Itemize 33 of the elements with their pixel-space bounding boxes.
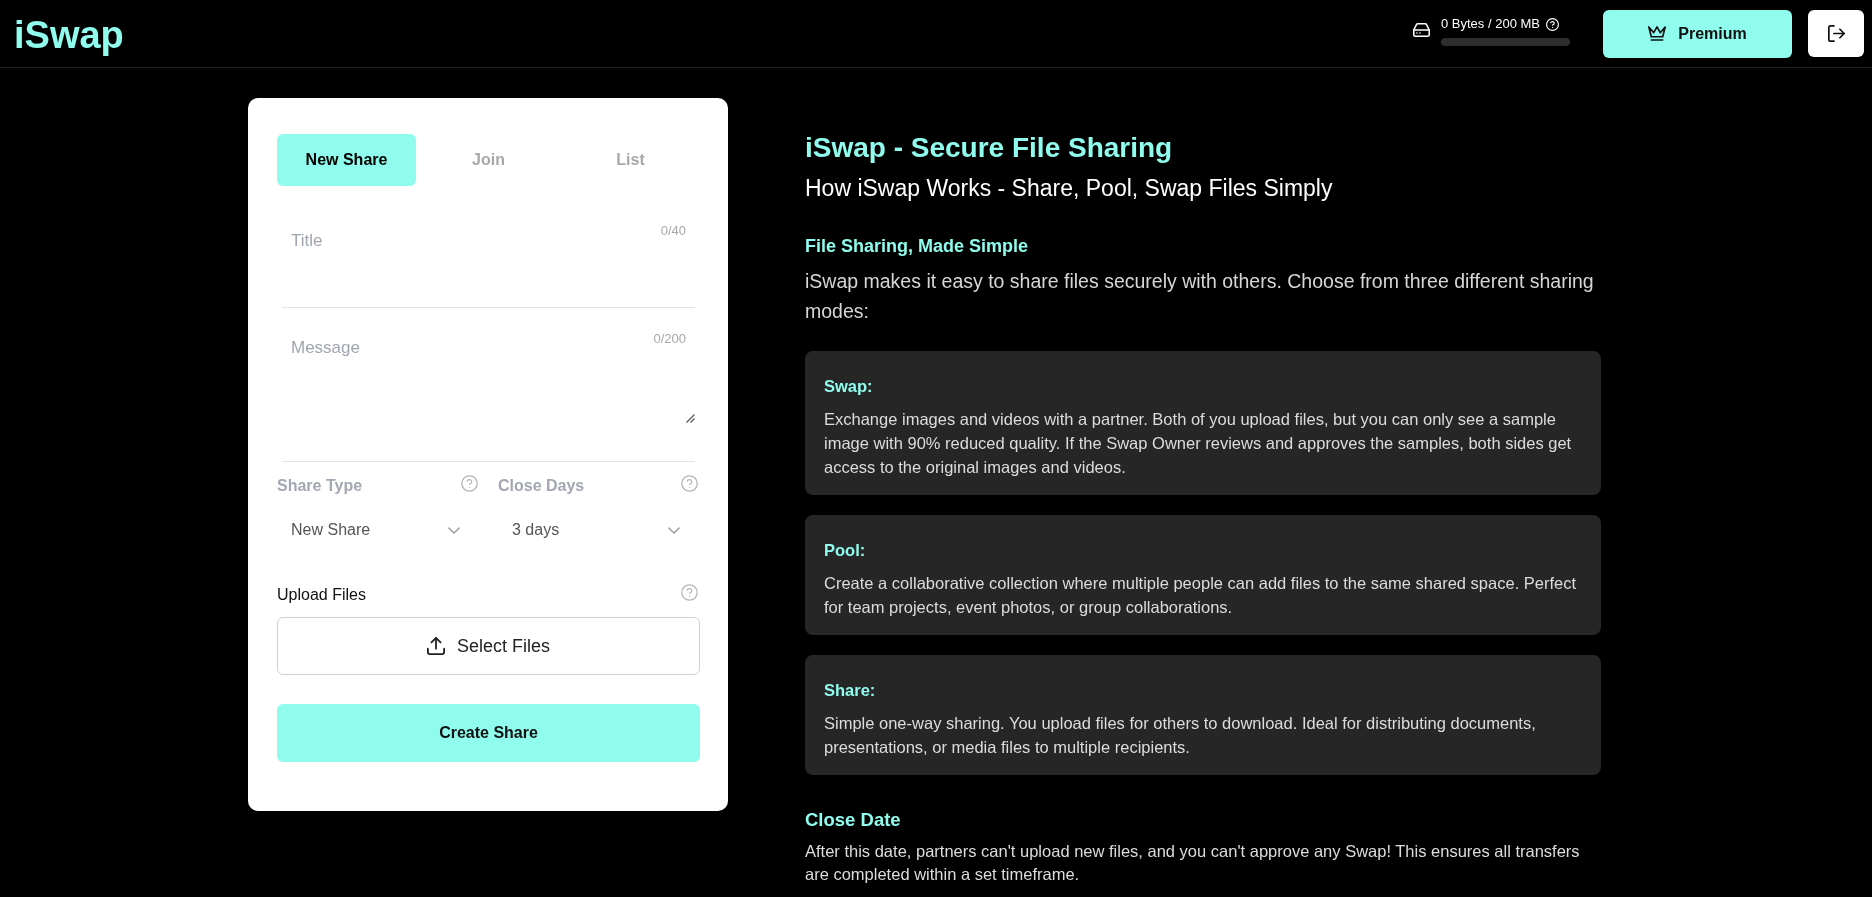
page-subtitle: How iSwap Works - Share, Pool, Swap Files Simply: [805, 174, 1334, 202]
storage-usage-text: 0 Bytes / 200 MB: [1441, 16, 1540, 32]
select-files-button[interactable]: Select Files: [277, 617, 700, 675]
select-label: Close Days: [498, 476, 585, 496]
create-share-button[interactable]: Create Share: [277, 704, 700, 762]
premium-button[interactable]: Premium: [1603, 9, 1792, 58]
upload-icon: [426, 637, 445, 655]
mode-title: Share:: [824, 680, 877, 700]
mode-description: Exchange images and videos with a partner. Both of you upload files, but you can only see a sample image with 90% reduced quality. If the Swap Owner reviews and approves the samples, both sides get access to the original images and videos.: [824, 409, 1573, 478]
character-counter: 0/200: [653, 331, 686, 347]
mode-title: Pool:: [824, 540, 867, 560]
section-heading: File Sharing, Made Simple: [805, 235, 1030, 257]
mode-description: Simple one-way sharing. You upload files for others to download. Ideal for distributing documents, presentations, or media files to multiple recipients.: [824, 713, 1537, 758]
dropdown-select[interactable]: New Share: [277, 510, 480, 550]
logo: iSwap: [14, 15, 124, 54]
chevron-down-icon: [448, 526, 460, 534]
intro-paragraph: iSwap makes it easy to share files securely with others. Choose from three different sharing modes:: [805, 269, 1595, 324]
tab[interactable]: New Share: [277, 134, 416, 186]
logout-icon: [1827, 25, 1845, 42]
mode-title: Swap:: [824, 376, 874, 396]
crown-icon: [1648, 26, 1667, 41]
chevron-down-icon: [668, 526, 680, 534]
hard-drive-icon: [1413, 22, 1430, 37]
dropdown-select[interactable]: 3 days: [498, 510, 700, 550]
resize-handle-icon[interactable]: [685, 413, 695, 423]
close-date-paragraph: After this date, partners can't upload new files, and you can't approve any Swap! This ensures all transfers are completed within a set timeframe.: [805, 841, 1581, 885]
page-title: iSwap - Secure File Sharing: [805, 131, 1174, 165]
character-counter: 0/40: [660, 223, 686, 239]
mode-description: Create a collaborative collection where multiple people can add files to the same shared space. Perfect for team projects, event photos, or group collaborations.: [824, 573, 1578, 618]
select-label: Share Type: [277, 476, 363, 496]
upload-files-label: Upload Files: [277, 585, 366, 605]
section-heading: Close Date: [805, 809, 902, 831]
logout-button[interactable]: [1808, 10, 1864, 57]
